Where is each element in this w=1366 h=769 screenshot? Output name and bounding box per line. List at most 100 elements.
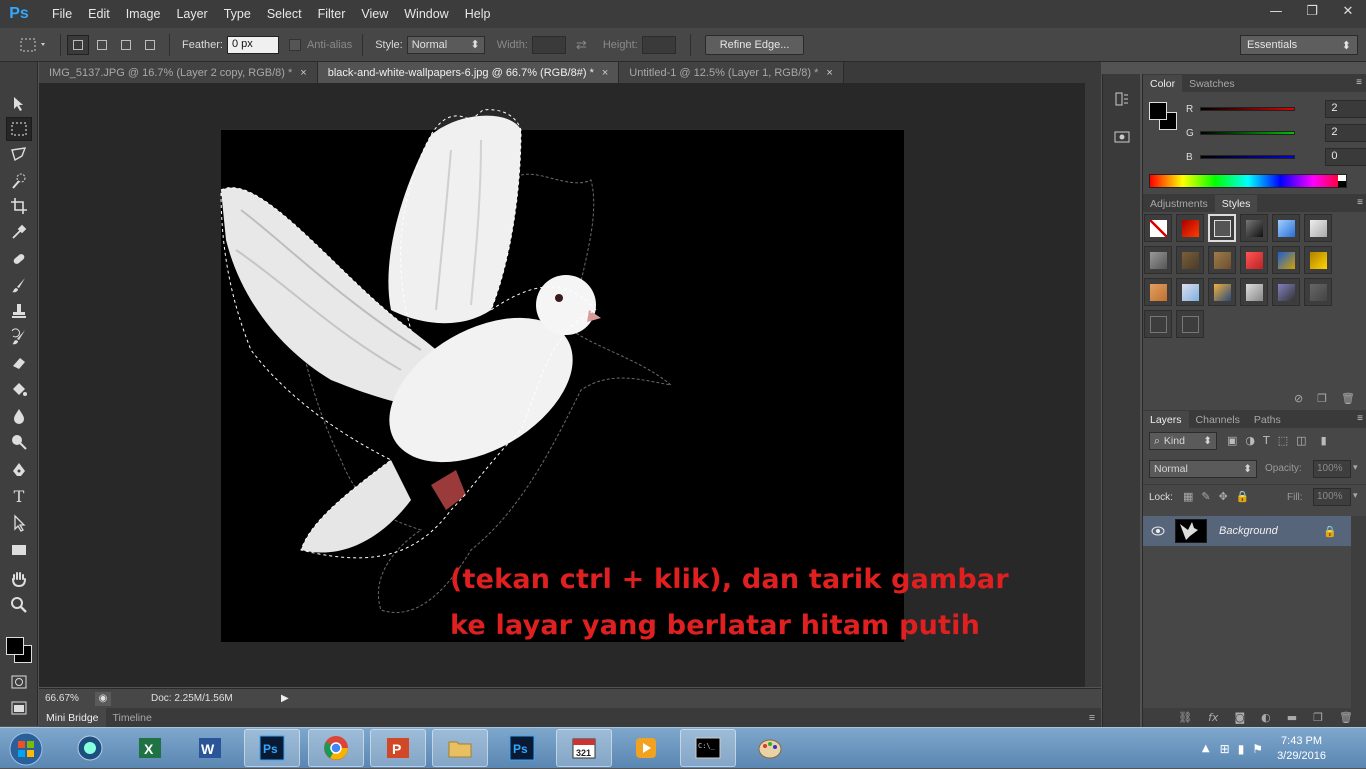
subtract-selection-button[interactable] — [115, 35, 137, 55]
panel-menu-icon[interactable]: ≡ — [1357, 413, 1363, 424]
red-value-input[interactable]: 2 — [1325, 100, 1366, 118]
blend-mode-select[interactable]: Normal ⬍ — [1149, 460, 1257, 478]
status-arrow-icon[interactable]: ▶ — [281, 693, 289, 704]
tool-preset-picker[interactable] — [14, 33, 54, 57]
style-preset[interactable] — [1176, 246, 1204, 274]
tab-timeline[interactable]: Timeline — [106, 708, 159, 727]
eyedropper-tool[interactable] — [6, 220, 32, 244]
quick-selection-tool[interactable] — [6, 169, 32, 193]
clock[interactable]: 7:43 PM 3/29/2016 — [1277, 734, 1326, 764]
tab-paths[interactable]: Paths — [1247, 411, 1288, 428]
move-tool[interactable] — [6, 92, 32, 116]
quick-mask-button[interactable] — [6, 670, 32, 694]
menu-type[interactable]: Type — [216, 7, 259, 21]
intersect-selection-button[interactable] — [139, 35, 161, 55]
taskbar-chrome[interactable] — [308, 729, 364, 767]
lock-image-icon[interactable]: ✎ — [1201, 490, 1210, 503]
close-button[interactable]: ✕ — [1330, 0, 1366, 22]
marquee-tool[interactable] — [6, 117, 32, 141]
style-preset[interactable] — [1304, 278, 1332, 306]
network-icon[interactable]: ▮ — [1238, 742, 1245, 756]
properties-panel-button[interactable] — [1111, 126, 1133, 148]
opacity-dropdown-icon[interactable]: ▾ — [1353, 463, 1358, 473]
brush-tool[interactable] — [6, 273, 32, 297]
menu-edit[interactable]: Edit — [80, 7, 118, 21]
menu-image[interactable]: Image — [118, 7, 169, 21]
style-preset[interactable] — [1176, 278, 1204, 306]
swap-dimensions-icon[interactable]: ⇄ — [576, 37, 587, 53]
close-tab-icon[interactable]: × — [300, 67, 306, 79]
menu-window[interactable]: Window — [396, 7, 456, 21]
layer-name[interactable]: Background — [1219, 525, 1278, 537]
rectangle-tool[interactable] — [6, 538, 32, 562]
filter-type-icon[interactable]: T — [1263, 434, 1270, 447]
style-preset[interactable] — [1304, 246, 1332, 274]
taskbar-media-player[interactable] — [618, 729, 674, 767]
style-select[interactable]: Normal ⬍ — [406, 35, 485, 54]
width-input[interactable] — [531, 35, 566, 54]
minimize-button[interactable]: — — [1258, 0, 1294, 22]
filter-kind-select[interactable]: ⌕ Kind ⬍ — [1149, 432, 1217, 450]
menu-layer[interactable]: Layer — [168, 7, 215, 21]
color-swatches[interactable] — [4, 635, 34, 665]
show-hidden-icons[interactable]: ▲ — [1202, 743, 1210, 754]
menu-view[interactable]: View — [353, 7, 396, 21]
blur-tool[interactable] — [6, 404, 32, 428]
style-preset[interactable] — [1208, 246, 1236, 274]
menu-file[interactable]: File — [44, 7, 80, 21]
style-preset[interactable] — [1272, 278, 1300, 306]
tab-mini-bridge[interactable]: Mini Bridge — [39, 708, 106, 727]
zoom-tool[interactable] — [6, 593, 32, 617]
refine-edge-button[interactable]: Refine Edge... — [704, 34, 805, 55]
start-button[interactable] — [4, 729, 48, 769]
delete-layer-icon[interactable]: 🗑 — [1339, 711, 1353, 724]
style-preset[interactable] — [1208, 278, 1236, 306]
eraser-tool[interactable] — [6, 351, 32, 375]
style-preset[interactable] — [1240, 246, 1268, 274]
flag-icon[interactable]: ⚑ — [1252, 742, 1263, 756]
style-preset[interactable] — [1272, 214, 1300, 242]
healing-brush-tool[interactable] — [6, 247, 32, 271]
link-layers-icon[interactable]: ⛓ — [1178, 711, 1192, 724]
layer-style-icon[interactable]: fx — [1208, 711, 1218, 724]
taskbar-calendar-app[interactable]: 321 — [556, 729, 612, 767]
clear-style-icon[interactable]: ⊘ — [1294, 392, 1303, 405]
visibility-eye-icon[interactable] — [1143, 516, 1173, 546]
feather-input[interactable]: 0 px — [226, 35, 279, 54]
style-preset[interactable] — [1176, 310, 1204, 338]
doc-tab-untitled-1[interactable]: Untitled-1 @ 12.5% (Layer 1, RGB/8) * × — [619, 62, 844, 83]
tab-styles[interactable]: Styles — [1214, 195, 1258, 212]
filter-pixel-icon[interactable]: ▣ — [1227, 434, 1237, 447]
clone-stamp-tool[interactable] — [6, 299, 32, 323]
tab-layers[interactable]: Layers — [1143, 411, 1189, 428]
taskbar-word[interactable]: W — [182, 729, 238, 767]
new-style-icon[interactable]: ❐ — [1317, 392, 1327, 405]
filter-toggle-icon[interactable]: ▮ — [1321, 434, 1327, 447]
style-preset[interactable] — [1144, 214, 1172, 242]
new-layer-icon[interactable]: ❐ — [1313, 711, 1323, 724]
type-tool[interactable]: T — [6, 484, 32, 508]
tab-adjustments[interactable]: Adjustments — [1143, 195, 1215, 212]
taskbar-photoshop-2[interactable]: Ps — [494, 729, 550, 767]
black-white-chip[interactable] — [1338, 175, 1346, 187]
style-preset[interactable] — [1144, 246, 1172, 274]
lock-transparent-icon[interactable]: ▦ — [1183, 490, 1193, 503]
workspace-select[interactable]: Essentials ⬍ — [1240, 35, 1358, 55]
tab-color[interactable]: Color — [1143, 75, 1183, 92]
menu-select[interactable]: Select — [259, 7, 310, 21]
menu-filter[interactable]: Filter — [310, 7, 354, 21]
style-preset[interactable] — [1144, 310, 1172, 338]
lasso-tool[interactable] — [6, 143, 32, 167]
hand-tool[interactable] — [6, 567, 32, 591]
add-selection-button[interactable] — [91, 35, 113, 55]
style-preset[interactable] — [1144, 278, 1172, 306]
fill-input[interactable]: 100% — [1313, 488, 1351, 506]
style-preset[interactable] — [1240, 278, 1268, 306]
add-mask-icon[interactable]: ◙ — [1234, 711, 1245, 724]
paint-bucket-tool[interactable] — [6, 378, 32, 402]
vertical-scrollbar[interactable] — [1085, 83, 1101, 687]
doc-tab-black-and-white[interactable]: black-and-white-wallpapers-6.jpg @ 66.7%… — [317, 62, 620, 83]
history-brush-tool[interactable] — [6, 325, 32, 349]
blue-slider[interactable] — [1199, 155, 1296, 159]
panel-menu-icon[interactable]: ≡ — [1357, 197, 1363, 208]
